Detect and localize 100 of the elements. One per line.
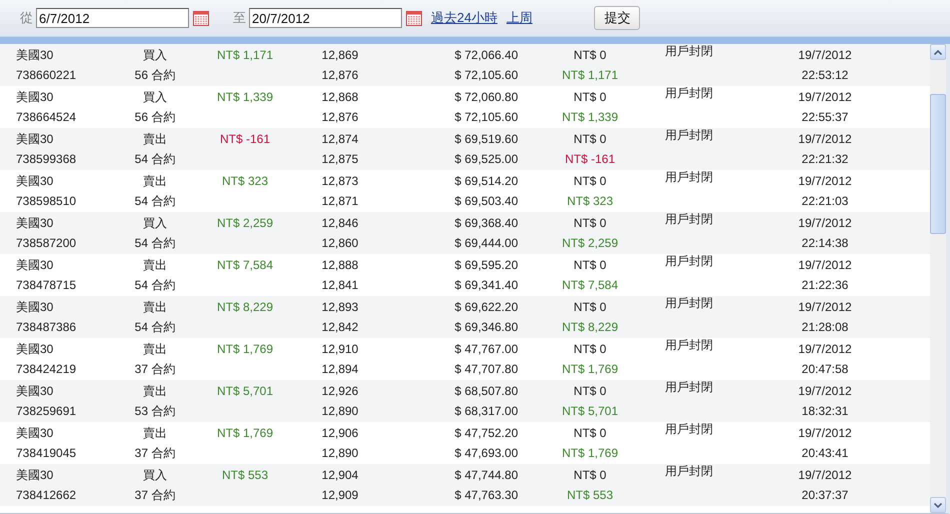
table-cell-text: 美國30 bbox=[16, 47, 54, 64]
table-cell-text: NT$ 0 bbox=[572, 173, 608, 190]
scroll-down-icon[interactable] bbox=[934, 502, 942, 508]
table-cell-text: 12,906 bbox=[320, 425, 360, 442]
table-cell-text: 美國30 bbox=[16, 131, 54, 148]
table-cell-text: 19/7/2012 bbox=[797, 425, 853, 442]
scrollbar-thumb[interactable] bbox=[930, 94, 946, 234]
table-cell-text: 12,926 bbox=[320, 383, 360, 400]
table-cell-text: 738598510 bbox=[16, 193, 78, 210]
table-cell-text: 54 合約 bbox=[134, 277, 176, 294]
table-cell-text: 12,874 bbox=[320, 131, 360, 148]
table-cell-text: 12,869 bbox=[320, 47, 360, 64]
table-cell-text: 賣出 bbox=[142, 173, 168, 190]
table-cell-text: NT$ 7,584 bbox=[560, 277, 620, 294]
table-cell-text: 賣出 bbox=[142, 425, 168, 442]
table-cell-text: 738424219 bbox=[16, 361, 78, 378]
table-cell-text: 738478715 bbox=[16, 277, 78, 294]
table-cell-text: 12,890 bbox=[320, 445, 360, 462]
to-date-field[interactable]: 20/7/2012 bbox=[249, 8, 402, 28]
table-cell-text: 19/7/2012 bbox=[797, 173, 853, 190]
table-cell-text: 12,876 bbox=[320, 67, 360, 84]
table-cell-text: $ 47,752.20 bbox=[454, 425, 519, 442]
table-cell-text: $ 69,514.20 bbox=[454, 173, 519, 190]
table-cell-text: NT$ 1,769 bbox=[560, 361, 620, 378]
table-cell-text: $ 68,507.80 bbox=[454, 383, 519, 400]
table-cell-text: 54 合約 bbox=[134, 193, 176, 210]
table-cell-text: 用戶封閉 bbox=[664, 295, 714, 312]
table-cell-text: 用戶封閉 bbox=[664, 85, 714, 102]
table-cell-text: 12,910 bbox=[320, 341, 360, 358]
table-cell-text: $ 68,317.00 bbox=[454, 403, 519, 420]
table-cell-text: 54 合約 bbox=[134, 151, 176, 168]
table-cell-text: 22:55:37 bbox=[800, 109, 850, 126]
table-cell-text: 22:53:12 bbox=[800, 67, 850, 84]
scrollbar[interactable] bbox=[930, 44, 946, 513]
table-cell-text: NT$ 8,229 bbox=[560, 319, 620, 336]
table-cell-text: $ 69,519.60 bbox=[454, 131, 519, 148]
table-cell-text: NT$ 1,769 bbox=[216, 341, 274, 358]
table-cell-text: 37 合約 bbox=[134, 361, 176, 378]
table-cell-text: 12,871 bbox=[320, 193, 360, 210]
table-cell-text: 738487386 bbox=[16, 319, 78, 336]
table-cell-text: 12,909 bbox=[320, 487, 360, 504]
table-cell-text: 19/7/2012 bbox=[797, 47, 853, 64]
table-cell-text: 19/7/2012 bbox=[797, 257, 853, 274]
date-range-link[interactable]: 上周 bbox=[506, 10, 532, 25]
table-cell-text: $ 72,066.40 bbox=[454, 47, 519, 64]
calendar-icon[interactable] bbox=[193, 10, 209, 26]
date-range-link[interactable]: 過去24小時 bbox=[431, 10, 498, 25]
table-cell-text: $ 69,595.20 bbox=[454, 257, 519, 274]
table-cell-text: 用戶封閉 bbox=[664, 127, 714, 144]
table-cell-text: $ 69,368.40 bbox=[454, 215, 519, 232]
table-cell-text: 19/7/2012 bbox=[797, 383, 853, 400]
from-date-field[interactable]: 6/7/2012 bbox=[36, 8, 189, 28]
table-cell-text: 18:32:31 bbox=[800, 403, 850, 420]
table-cell-text: NT$ 8,229 bbox=[216, 299, 274, 316]
table-cell-text: 用戶封閉 bbox=[664, 337, 714, 354]
table-cell-text: 20:43:41 bbox=[800, 445, 850, 462]
table-cell-text: 19/7/2012 bbox=[797, 131, 853, 148]
table-cell-text: NT$ 2,259 bbox=[560, 235, 620, 252]
table-cell-text: 20:37:37 bbox=[800, 487, 850, 504]
table-cell-text: 買入 bbox=[142, 215, 168, 232]
table-cell-text: 12,893 bbox=[320, 299, 360, 316]
table-cell-text: NT$ 0 bbox=[572, 425, 608, 442]
table-cell-text: $ 69,503.40 bbox=[454, 193, 519, 210]
table-cell-text: $ 47,744.80 bbox=[454, 467, 519, 484]
table-cell-text: 12,860 bbox=[320, 235, 360, 252]
table-cell-text: 賣出 bbox=[142, 383, 168, 400]
table-cell-text: 21:28:08 bbox=[800, 319, 850, 336]
table-cell-text: $ 47,767.00 bbox=[454, 341, 519, 358]
table-cell-text: 19/7/2012 bbox=[797, 299, 853, 316]
table-cell-text: $ 47,763.30 bbox=[454, 487, 519, 504]
from-label: 從 bbox=[20, 9, 33, 27]
table-cell-text: 美國30 bbox=[16, 215, 54, 232]
table-cell-text: $ 69,346.80 bbox=[454, 319, 519, 336]
table-cell-text: 56 合約 bbox=[134, 109, 176, 126]
table-cell-text: NT$ 0 bbox=[572, 341, 608, 358]
table-cell-text: 用戶封閉 bbox=[664, 463, 714, 480]
table-cell-text: NT$ 323 bbox=[566, 193, 614, 210]
table-cell-text: 19/7/2012 bbox=[797, 341, 853, 358]
table-cell-text: NT$ 0 bbox=[572, 131, 608, 148]
table-cell-text: 賣出 bbox=[142, 257, 168, 274]
table-cell-text: 12,842 bbox=[320, 319, 360, 336]
table-cell-text: NT$ 1,339 bbox=[216, 89, 274, 106]
table-cell-text: 738664524 bbox=[16, 109, 78, 126]
table-cell-text: NT$ 0 bbox=[572, 47, 608, 64]
submit-button[interactable]: 提交 bbox=[594, 6, 640, 30]
table-cell-text: 美國30 bbox=[16, 383, 54, 400]
table-cell-text: NT$ 553 bbox=[566, 487, 614, 504]
calendar-icon[interactable] bbox=[406, 10, 422, 26]
scroll-up-icon[interactable] bbox=[934, 50, 942, 54]
table-cell-text: 19/7/2012 bbox=[797, 467, 853, 484]
table-cell-text: $ 72,105.60 bbox=[454, 67, 519, 84]
table-cell-text: 12,868 bbox=[320, 89, 360, 106]
table-cell-text: 738599368 bbox=[16, 151, 78, 168]
table-cell-text: 22:21:32 bbox=[800, 151, 850, 168]
table-cell-text: 22:14:38 bbox=[800, 235, 850, 252]
table-cell-text: 用戶封閉 bbox=[664, 211, 714, 228]
table-cell-text: 用戶封閉 bbox=[664, 169, 714, 186]
table-cell-text: 12,875 bbox=[320, 151, 360, 168]
table-cell-text: 738660221 bbox=[16, 67, 78, 84]
to-label: 至 bbox=[233, 9, 246, 27]
